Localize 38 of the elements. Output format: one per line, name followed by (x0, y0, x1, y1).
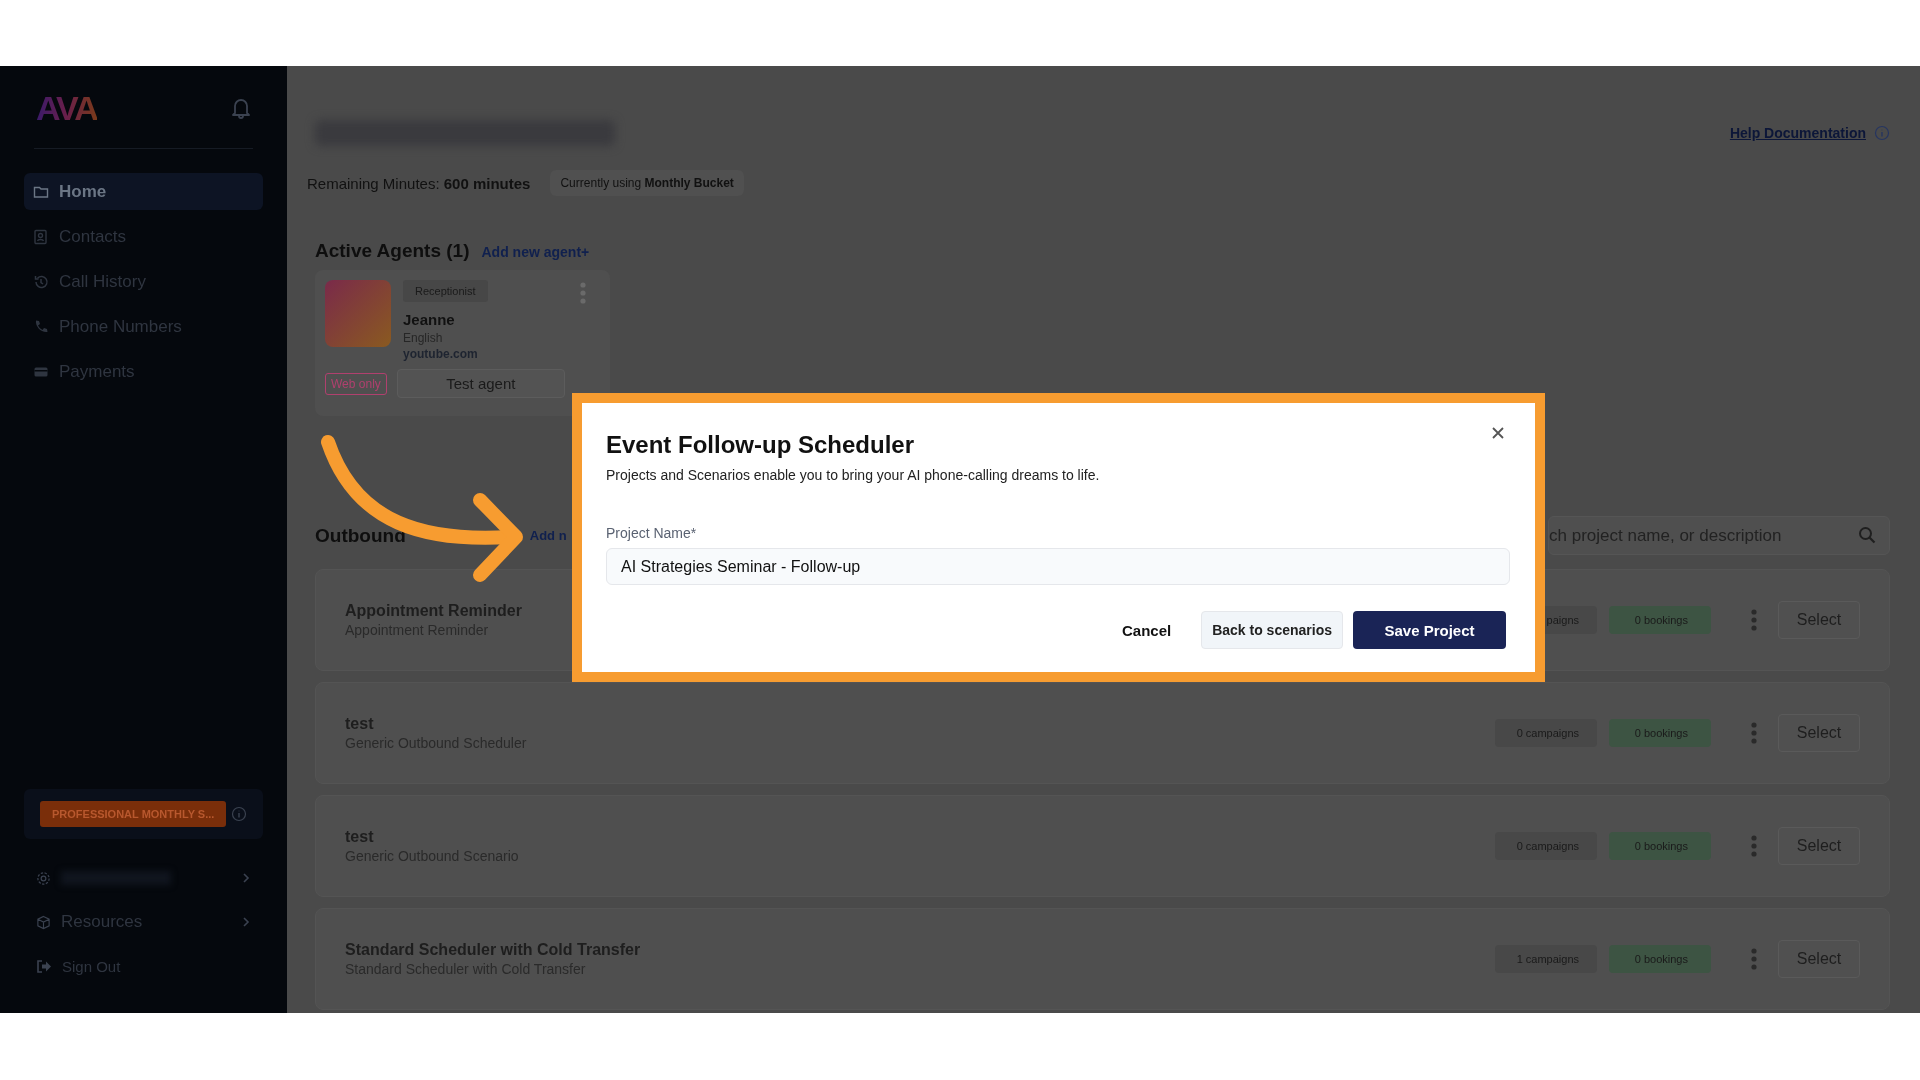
add-project-link[interactable]: Add n (529, 528, 567, 543)
close-icon[interactable] (1491, 426, 1505, 440)
kebab-menu-icon[interactable] (1751, 722, 1757, 744)
remaining-minutes: Remaining Minutes: 600 minutes (307, 174, 531, 192)
chevron-icon[interactable] (241, 872, 251, 884)
sign-out-icon (36, 958, 52, 974)
gear-icon (36, 870, 51, 886)
plan-badge[interactable]: PROFESSIONAL MONTHLY S... (40, 801, 227, 827)
modal-subtitle: Projects and Scenarios enable you to bring your AI phone-calling dreams to life. (606, 467, 1100, 483)
add-agent-link[interactable]: Add new agent+ (481, 244, 590, 260)
chevron-icon[interactable] (241, 916, 251, 928)
section-heading: Outbound (315, 524, 406, 547)
kebab-menu-icon[interactable] (1751, 835, 1757, 857)
web-only-tag: Web only (325, 372, 387, 395)
agent-name: Jeanne (403, 311, 455, 328)
test-agent-button[interactable]: Test agent (396, 369, 565, 398)
nav-item[interactable]: Home (24, 173, 263, 210)
cancel-button[interactable]: Cancel (1101, 611, 1192, 649)
search-icon[interactable] (1858, 526, 1876, 544)
field-label: Project Name* (606, 525, 697, 541)
save-button[interactable]: Save Project (1353, 611, 1506, 649)
nav-icon (33, 318, 49, 335)
section-heading: Active Agents (1) (315, 240, 470, 262)
nav-icon (33, 273, 49, 290)
back-button[interactable]: Back to scenarios (1201, 611, 1343, 649)
info-icon[interactable] (231, 806, 247, 822)
kebab-menu-icon[interactable] (1751, 948, 1757, 970)
modal-title: Event Follow-up Scheduler (606, 431, 915, 459)
project-name-field[interactable]: AI Strategies Seminar - Follow-up (606, 548, 1510, 585)
nav-icon (33, 228, 49, 245)
info-icon (1874, 125, 1890, 141)
avatar-placeholder (325, 280, 391, 347)
bell-icon[interactable] (231, 97, 251, 119)
bucket-chip: Currently using Monthly Bucket (550, 170, 744, 196)
kebab-menu-icon[interactable] (1751, 609, 1757, 631)
cube-icon (36, 914, 51, 930)
kebab-menu-icon[interactable] (580, 282, 586, 304)
help-link[interactable]: Help Documentation (1729, 125, 1866, 141)
